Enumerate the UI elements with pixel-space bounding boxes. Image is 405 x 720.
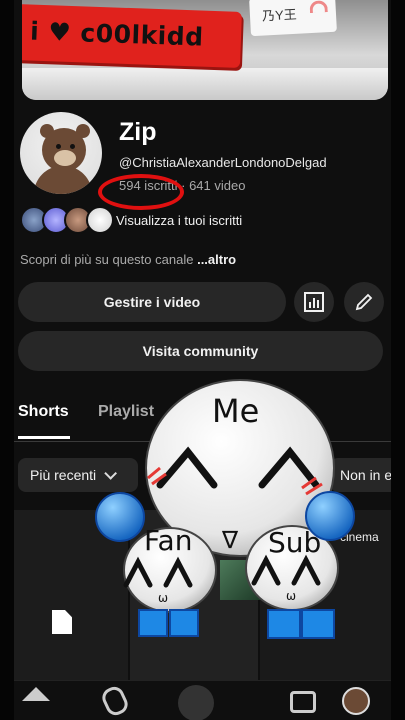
bear-body: [34, 166, 92, 194]
view-subscribers-link[interactable]: Visualizza i tuoi iscritti: [116, 213, 242, 228]
edit-channel-button[interactable]: [344, 282, 384, 322]
channel-avatar[interactable]: [20, 112, 102, 194]
banner-shelf: [22, 68, 388, 100]
avatar: [86, 206, 114, 234]
banner-sign: i ♥ c00lkidd: [22, 4, 242, 68]
shorts-grid: cinema: [0, 510, 405, 680]
subscriptions-icon[interactable]: [290, 691, 316, 713]
tab-playlist[interactable]: Playlist: [98, 403, 154, 421]
visit-community-button[interactable]: Visita community: [18, 331, 383, 371]
about-more: ...altro: [197, 252, 237, 267]
banner-card: 乃Y王: [249, 0, 337, 37]
channel-name: Zip: [119, 118, 157, 146]
analytics-button[interactable]: [294, 282, 334, 322]
sort-recent-chip[interactable]: Più recenti: [18, 458, 138, 492]
pencil-icon: [355, 293, 373, 311]
blush: [147, 466, 167, 486]
chip-label: Più recenti: [30, 467, 97, 483]
thumbnail-image: [220, 560, 260, 600]
tab-shorts[interactable]: Shorts: [18, 403, 69, 421]
channel-tabs: Shorts Playlist: [0, 393, 405, 442]
short-thumbnail[interactable]: [130, 510, 260, 680]
thumbnail-caption: cinema: [340, 530, 379, 544]
create-icon[interactable]: [178, 685, 214, 720]
about-text: Scopri di più su questo canale: [20, 252, 194, 267]
screen-edge: [0, 0, 14, 720]
blush: [301, 476, 323, 496]
bear-eye: [56, 144, 61, 149]
bear-eye: [70, 144, 75, 149]
subscriber-avatars[interactable]: [20, 206, 114, 236]
bear-muzzle: [54, 150, 76, 166]
document-icon: [52, 610, 72, 634]
eye: [258, 446, 320, 489]
bottom-navigation: [0, 680, 405, 720]
home-icon[interactable]: [22, 687, 50, 701]
channel-handle: @ChristiaAlexanderLondonoDelgad: [119, 155, 327, 170]
short-thumbnail[interactable]: cinema: [260, 510, 405, 680]
screen-edge: [391, 0, 405, 720]
manage-videos-button[interactable]: Gestire i video: [18, 282, 286, 322]
shorts-icon[interactable]: [99, 683, 131, 719]
rainbow-icon: [309, 0, 328, 14]
active-tab-indicator: [18, 436, 70, 439]
banner-card-text: 乃Y王: [261, 6, 298, 24]
banner-sign-text: i ♥ c00lkidd: [29, 16, 205, 52]
eye: [156, 446, 218, 489]
red-circle-annotation: [98, 174, 184, 210]
channel-banner[interactable]: i ♥ c00lkidd 乃Y王: [22, 0, 388, 100]
youtube-channel-screen: i ♥ c00lkidd 乃Y王 Zip @ChristiaAlexanderL…: [0, 0, 405, 720]
profile-icon[interactable]: [342, 687, 370, 715]
chevron-down-icon: [104, 466, 118, 480]
chip-label: Non in e: [340, 467, 393, 483]
analytics-icon: [304, 292, 324, 312]
short-thumbnail[interactable]: [0, 510, 128, 680]
channel-about-link[interactable]: Scopri di più su questo canale ...altro: [20, 252, 236, 267]
